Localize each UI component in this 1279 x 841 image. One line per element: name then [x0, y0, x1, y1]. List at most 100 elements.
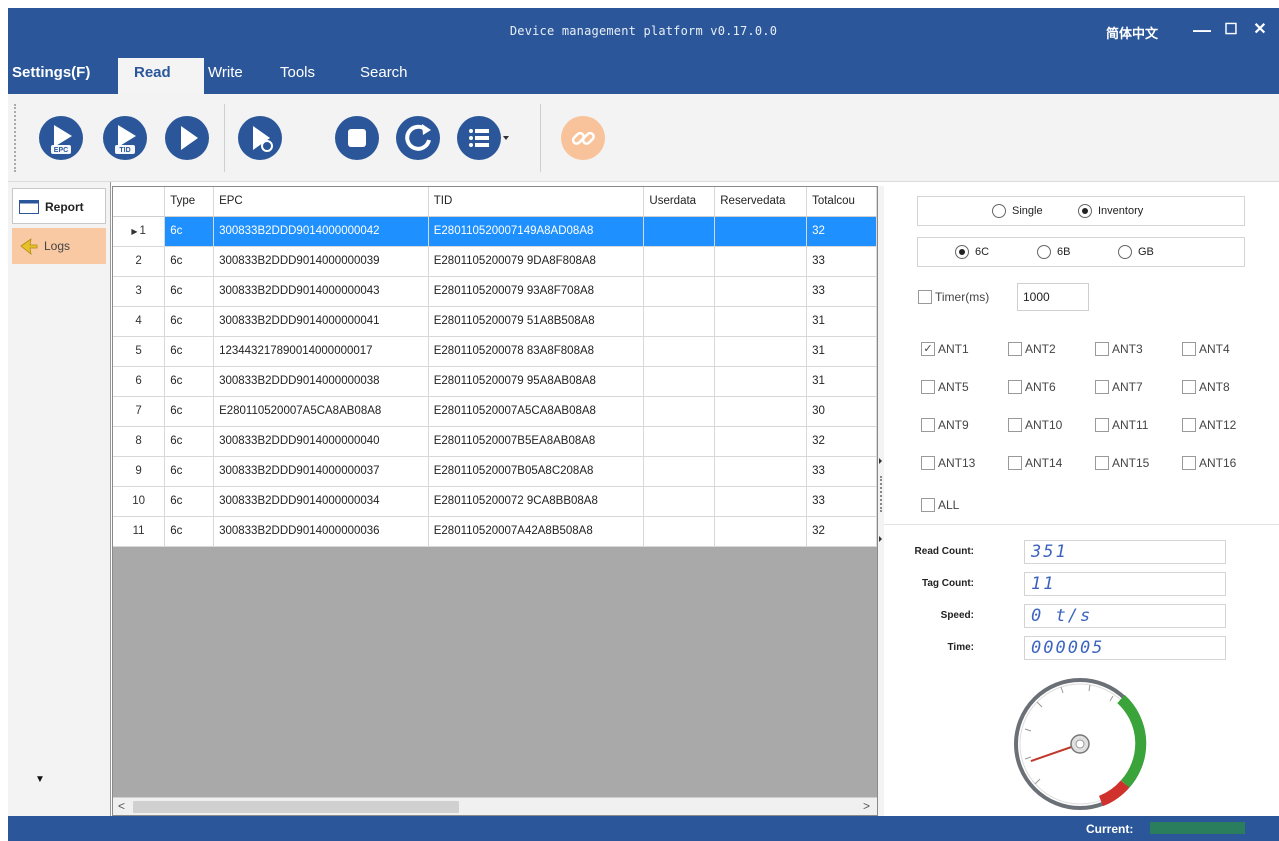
cell-reservedata[interactable] — [714, 456, 808, 487]
cell-epc[interactable]: 300833B2DDD9014000000040 — [213, 426, 429, 457]
column-header-tid[interactable]: TID — [428, 187, 645, 217]
antenna-checkbox-ant16[interactable]: ANT16 — [1182, 456, 1236, 470]
cell-type[interactable]: 6c — [164, 426, 215, 457]
cell-type[interactable]: 6c — [164, 396, 215, 427]
menu-search[interactable]: Search — [360, 64, 408, 81]
table-row[interactable]: 9 6c 300833B2DDD9014000000037 E280110520007… — [113, 456, 877, 487]
cell-epc[interactable]: 300833B2DDD9014000000038 — [213, 366, 429, 397]
cell-userdata[interactable] — [643, 366, 716, 397]
nav-report[interactable]: Report — [12, 188, 106, 224]
antenna-checkbox-ant2[interactable]: ANT2 — [1008, 342, 1056, 356]
protocol-gb-radio[interactable]: GB — [1118, 245, 1154, 259]
cell-tid[interactable]: E280110520007B05A8C208A8 — [428, 456, 645, 487]
cell-epc[interactable]: 123443217890014000000017 — [213, 336, 429, 367]
language-button[interactable]: 简体中文 — [1106, 23, 1158, 42]
cell-totalcount[interactable]: 33 — [806, 486, 877, 517]
read-tid-button[interactable]: TID — [103, 116, 147, 160]
column-header-totalcount[interactable]: Totalcou — [806, 187, 877, 217]
cell-totalcount[interactable]: 31 — [806, 306, 877, 337]
cell-userdata[interactable] — [643, 486, 716, 517]
cell-userdata[interactable] — [643, 306, 716, 337]
table-row[interactable]: 8 6c 300833B2DDD9014000000040 E280110520007… — [113, 426, 877, 457]
cell-epc[interactable]: 300833B2DDD9014000000036 — [213, 516, 429, 547]
antenna-checkbox-ant13[interactable]: ANT13 — [921, 456, 975, 470]
cell-userdata[interactable] — [643, 276, 716, 307]
scroll-left-button[interactable]: < — [118, 799, 125, 813]
read-epc-button[interactable]: EPC EPC — [39, 116, 83, 160]
cell-userdata[interactable] — [643, 246, 716, 277]
cell-type[interactable]: 6c — [164, 276, 215, 307]
row-header[interactable]: ▶ 1 — [113, 216, 166, 247]
antenna-all-checkbox[interactable]: ALL — [921, 498, 959, 512]
row-header[interactable]: 9 — [113, 456, 166, 487]
cell-type[interactable]: 6c — [164, 456, 215, 487]
antenna-checkbox-ant1[interactable]: ✓ ANT1 — [921, 342, 969, 356]
antenna-checkbox-ant9[interactable]: ANT9 — [921, 418, 969, 432]
antenna-checkbox-ant15[interactable]: ANT15 — [1095, 456, 1149, 470]
cell-type[interactable]: 6c — [164, 216, 215, 247]
menu-write[interactable]: Write — [208, 64, 243, 81]
maximize-button[interactable]: ☐ — [1220, 19, 1242, 41]
cell-tid[interactable]: E280110520007B5EA8AB08A8 — [428, 426, 645, 457]
cell-type[interactable]: 6c — [164, 306, 215, 337]
cell-type[interactable]: 6c — [164, 336, 215, 367]
cell-tid[interactable]: E2801105200078 83A8F808A8 — [428, 336, 645, 367]
row-header[interactable]: 11 — [113, 516, 166, 547]
cell-type[interactable]: 6c — [164, 486, 215, 517]
horizontal-scrollbar[interactable]: < > — [113, 797, 877, 815]
menu-tools[interactable]: Tools — [280, 64, 315, 81]
antenna-checkbox-ant10[interactable]: ANT10 — [1008, 418, 1062, 432]
nav-logs[interactable]: Logs — [12, 228, 106, 264]
cell-userdata[interactable] — [643, 516, 716, 547]
read-user-button[interactable] — [238, 116, 282, 160]
antenna-checkbox-ant4[interactable]: ANT4 — [1182, 342, 1230, 356]
connect-button[interactable] — [561, 116, 605, 160]
cell-userdata[interactable] — [643, 456, 716, 487]
antenna-checkbox-ant8[interactable]: ANT8 — [1182, 380, 1230, 394]
cell-totalcount[interactable]: 30 — [806, 396, 877, 427]
mode-single-radio[interactable]: Single — [992, 204, 1043, 218]
column-header-reservedata[interactable]: Reservedata — [714, 187, 808, 217]
timer-input[interactable]: 1000 — [1017, 283, 1089, 311]
list-menu-dropdown-arrow[interactable] — [503, 136, 509, 140]
start-read-button[interactable] — [165, 116, 209, 160]
cell-epc[interactable]: 300833B2DDD9014000000043 — [213, 276, 429, 307]
antenna-checkbox-ant12[interactable]: ANT12 — [1182, 418, 1236, 432]
cell-totalcount[interactable]: 32 — [806, 426, 877, 457]
antenna-checkbox-ant5[interactable]: ANT5 — [921, 380, 969, 394]
row-header[interactable]: 6 — [113, 366, 166, 397]
row-header[interactable]: 2 — [113, 246, 166, 277]
cell-totalcount[interactable]: 31 — [806, 366, 877, 397]
cell-epc[interactable]: 300833B2DDD9014000000041 — [213, 306, 429, 337]
toolbar-grip[interactable] — [14, 104, 17, 172]
cell-reservedata[interactable] — [714, 516, 808, 547]
column-header-rowheader[interactable] — [113, 187, 166, 217]
column-header-epc[interactable]: EPC — [213, 187, 429, 217]
cell-epc[interactable]: 300833B2DDD9014000000042 — [213, 216, 429, 247]
row-header[interactable]: 10 — [113, 486, 166, 517]
cell-reservedata[interactable] — [714, 336, 808, 367]
table-row[interactable]: 5 6c 123443217890014000000017 E280110520007… — [113, 336, 877, 367]
stop-button[interactable] — [335, 116, 379, 160]
cell-reservedata[interactable] — [714, 396, 808, 427]
cell-totalcount[interactable]: 33 — [806, 276, 877, 307]
cell-totalcount[interactable]: 32 — [806, 216, 877, 247]
cell-totalcount[interactable]: 31 — [806, 336, 877, 367]
cell-reservedata[interactable] — [714, 486, 808, 517]
cell-tid[interactable]: E2801105200079 93A8F708A8 — [428, 276, 645, 307]
cell-tid[interactable]: E280110520007A42A8B508A8 — [428, 516, 645, 547]
cell-totalcount[interactable]: 33 — [806, 246, 877, 277]
table-row[interactable]: 7 6c E280110520007A5CA8AB08A8 E280110520007… — [113, 396, 877, 427]
menu-read[interactable]: Read — [134, 64, 171, 81]
list-menu-button[interactable] — [457, 116, 501, 160]
cell-tid[interactable]: E2801105200079 95A8AB08A8 — [428, 366, 645, 397]
cell-reservedata[interactable] — [714, 276, 808, 307]
protocol-6c-radio[interactable]: 6C — [955, 245, 989, 259]
cell-epc[interactable]: 300833B2DDD9014000000039 — [213, 246, 429, 277]
cell-epc[interactable]: E280110520007A5CA8AB08A8 — [213, 396, 429, 427]
row-header[interactable]: 7 — [113, 396, 166, 427]
row-header[interactable]: 5 — [113, 336, 166, 367]
cell-tid[interactable]: E2801105200072 9CA8BB08A8 — [428, 486, 645, 517]
cell-type[interactable]: 6c — [164, 366, 215, 397]
cell-type[interactable]: 6c — [164, 246, 215, 277]
